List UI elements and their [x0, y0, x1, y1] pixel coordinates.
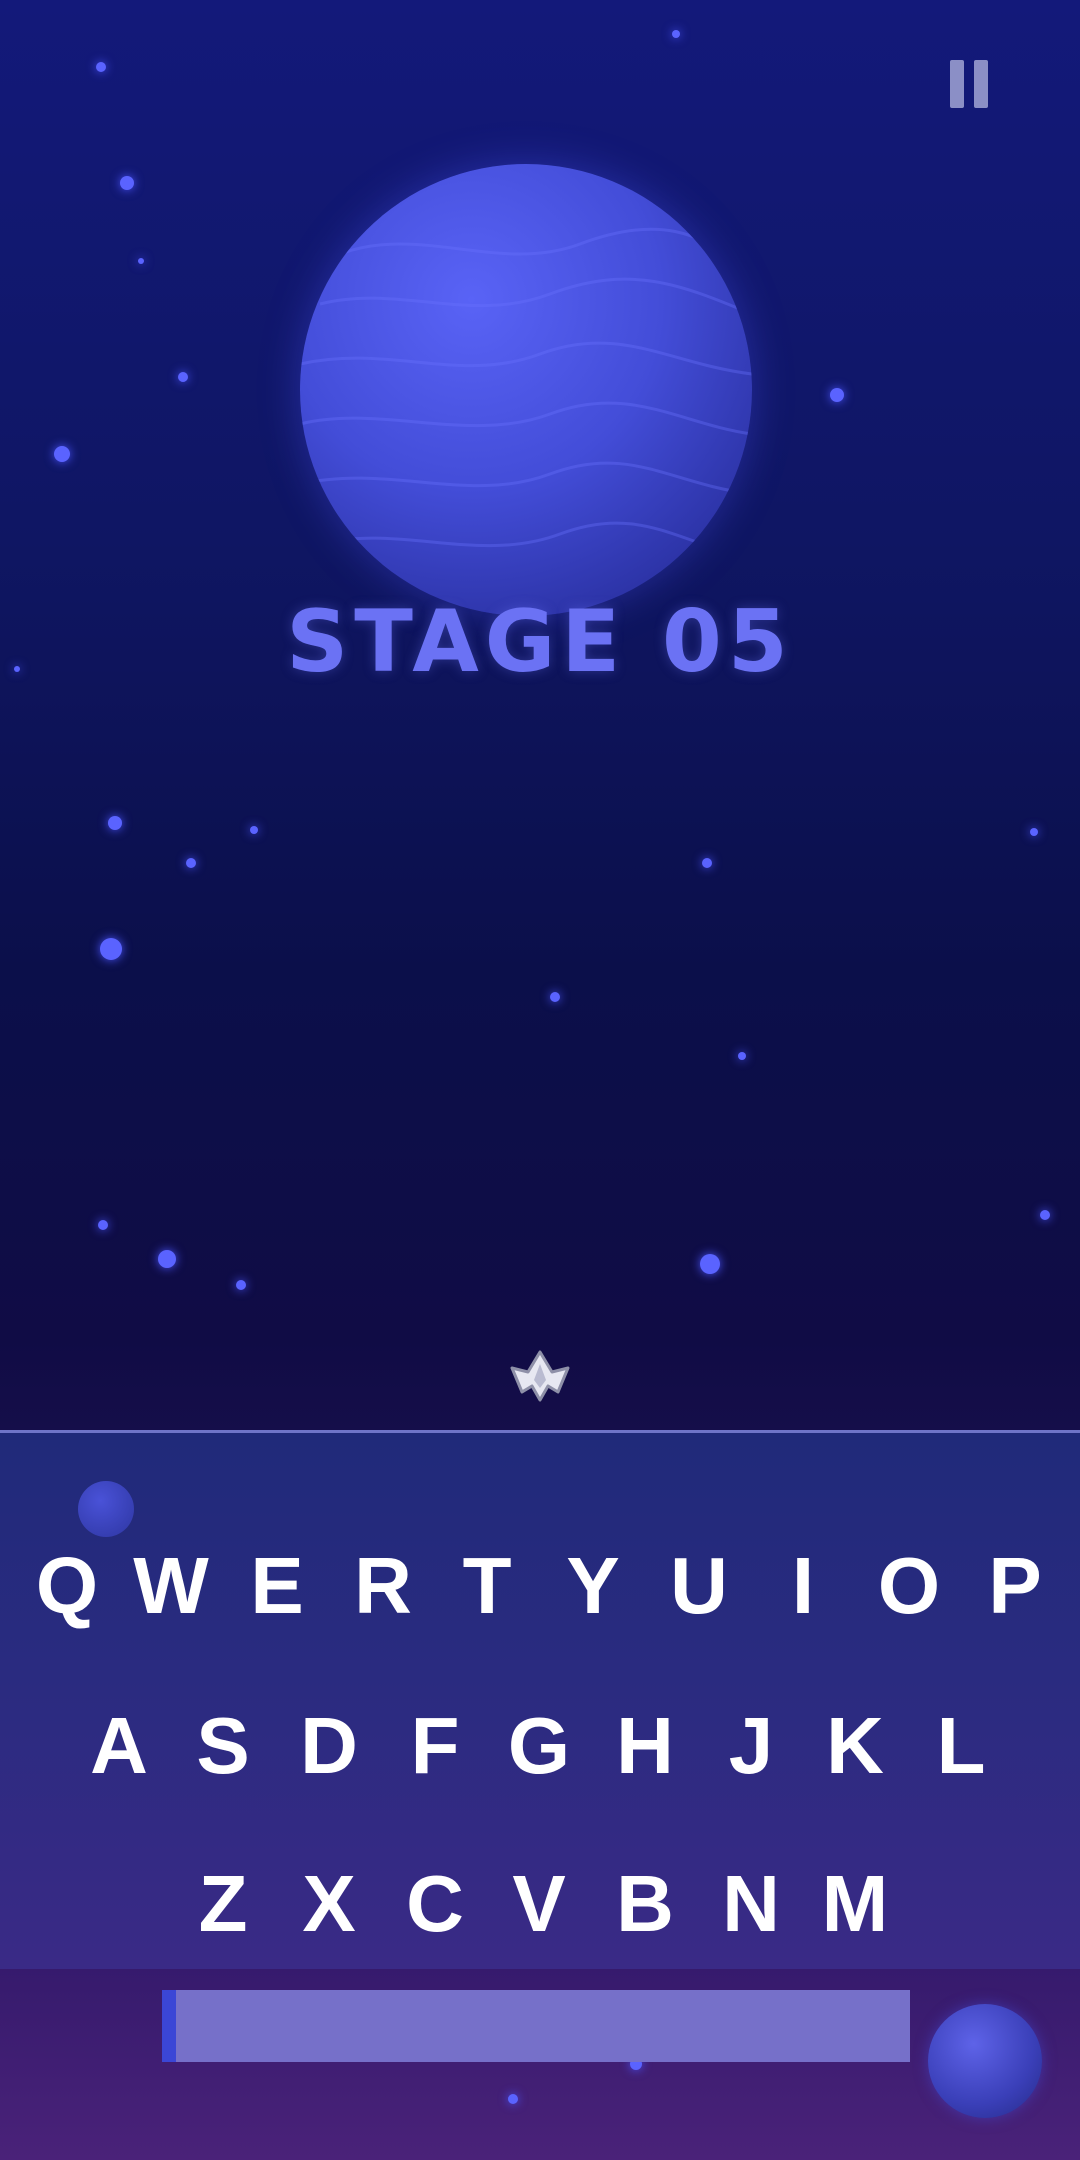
key-j[interactable]: J: [698, 1691, 804, 1801]
key-w[interactable]: W: [118, 1531, 224, 1641]
key-m[interactable]: M: [802, 1849, 908, 1959]
key-x[interactable]: X: [276, 1849, 382, 1959]
keyboard-row-3: Z X C V B N M: [0, 1849, 1080, 1959]
stage-title: STAGE 05: [286, 592, 794, 692]
orb-icon[interactable]: [928, 2004, 1042, 2118]
key-t[interactable]: T: [434, 1531, 540, 1641]
key-e[interactable]: E: [224, 1531, 330, 1641]
on-screen-keyboard: Q W E R T Y U I O P A S D F G H J K L Z …: [0, 1430, 1080, 1969]
key-h[interactable]: H: [592, 1691, 698, 1801]
key-r[interactable]: R: [330, 1531, 436, 1641]
key-p[interactable]: P: [962, 1531, 1068, 1641]
key-y[interactable]: Y: [540, 1531, 646, 1641]
keyboard-row-2: A S D F G H J K L: [0, 1691, 1080, 1801]
key-l[interactable]: L: [908, 1691, 1014, 1801]
key-u[interactable]: U: [646, 1531, 752, 1641]
key-v[interactable]: V: [486, 1849, 592, 1959]
spaceship-icon: [508, 1350, 572, 1406]
key-c[interactable]: C: [382, 1849, 488, 1959]
key-s[interactable]: S: [170, 1691, 276, 1801]
typed-word-field[interactable]: [162, 1990, 910, 2062]
key-i[interactable]: I: [750, 1531, 856, 1641]
key-o[interactable]: O: [856, 1531, 962, 1641]
key-b[interactable]: B: [592, 1849, 698, 1959]
key-q[interactable]: Q: [14, 1531, 120, 1641]
key-a[interactable]: A: [66, 1691, 172, 1801]
planet: [300, 164, 752, 616]
key-d[interactable]: D: [276, 1691, 382, 1801]
pause-button[interactable]: [948, 58, 996, 112]
keyboard-row-1: Q W E R T Y U I O P: [0, 1531, 1080, 1641]
key-f[interactable]: F: [382, 1691, 488, 1801]
key-g[interactable]: G: [486, 1691, 592, 1801]
key-z[interactable]: Z: [170, 1849, 276, 1959]
key-k[interactable]: K: [802, 1691, 908, 1801]
key-n[interactable]: N: [698, 1849, 804, 1959]
